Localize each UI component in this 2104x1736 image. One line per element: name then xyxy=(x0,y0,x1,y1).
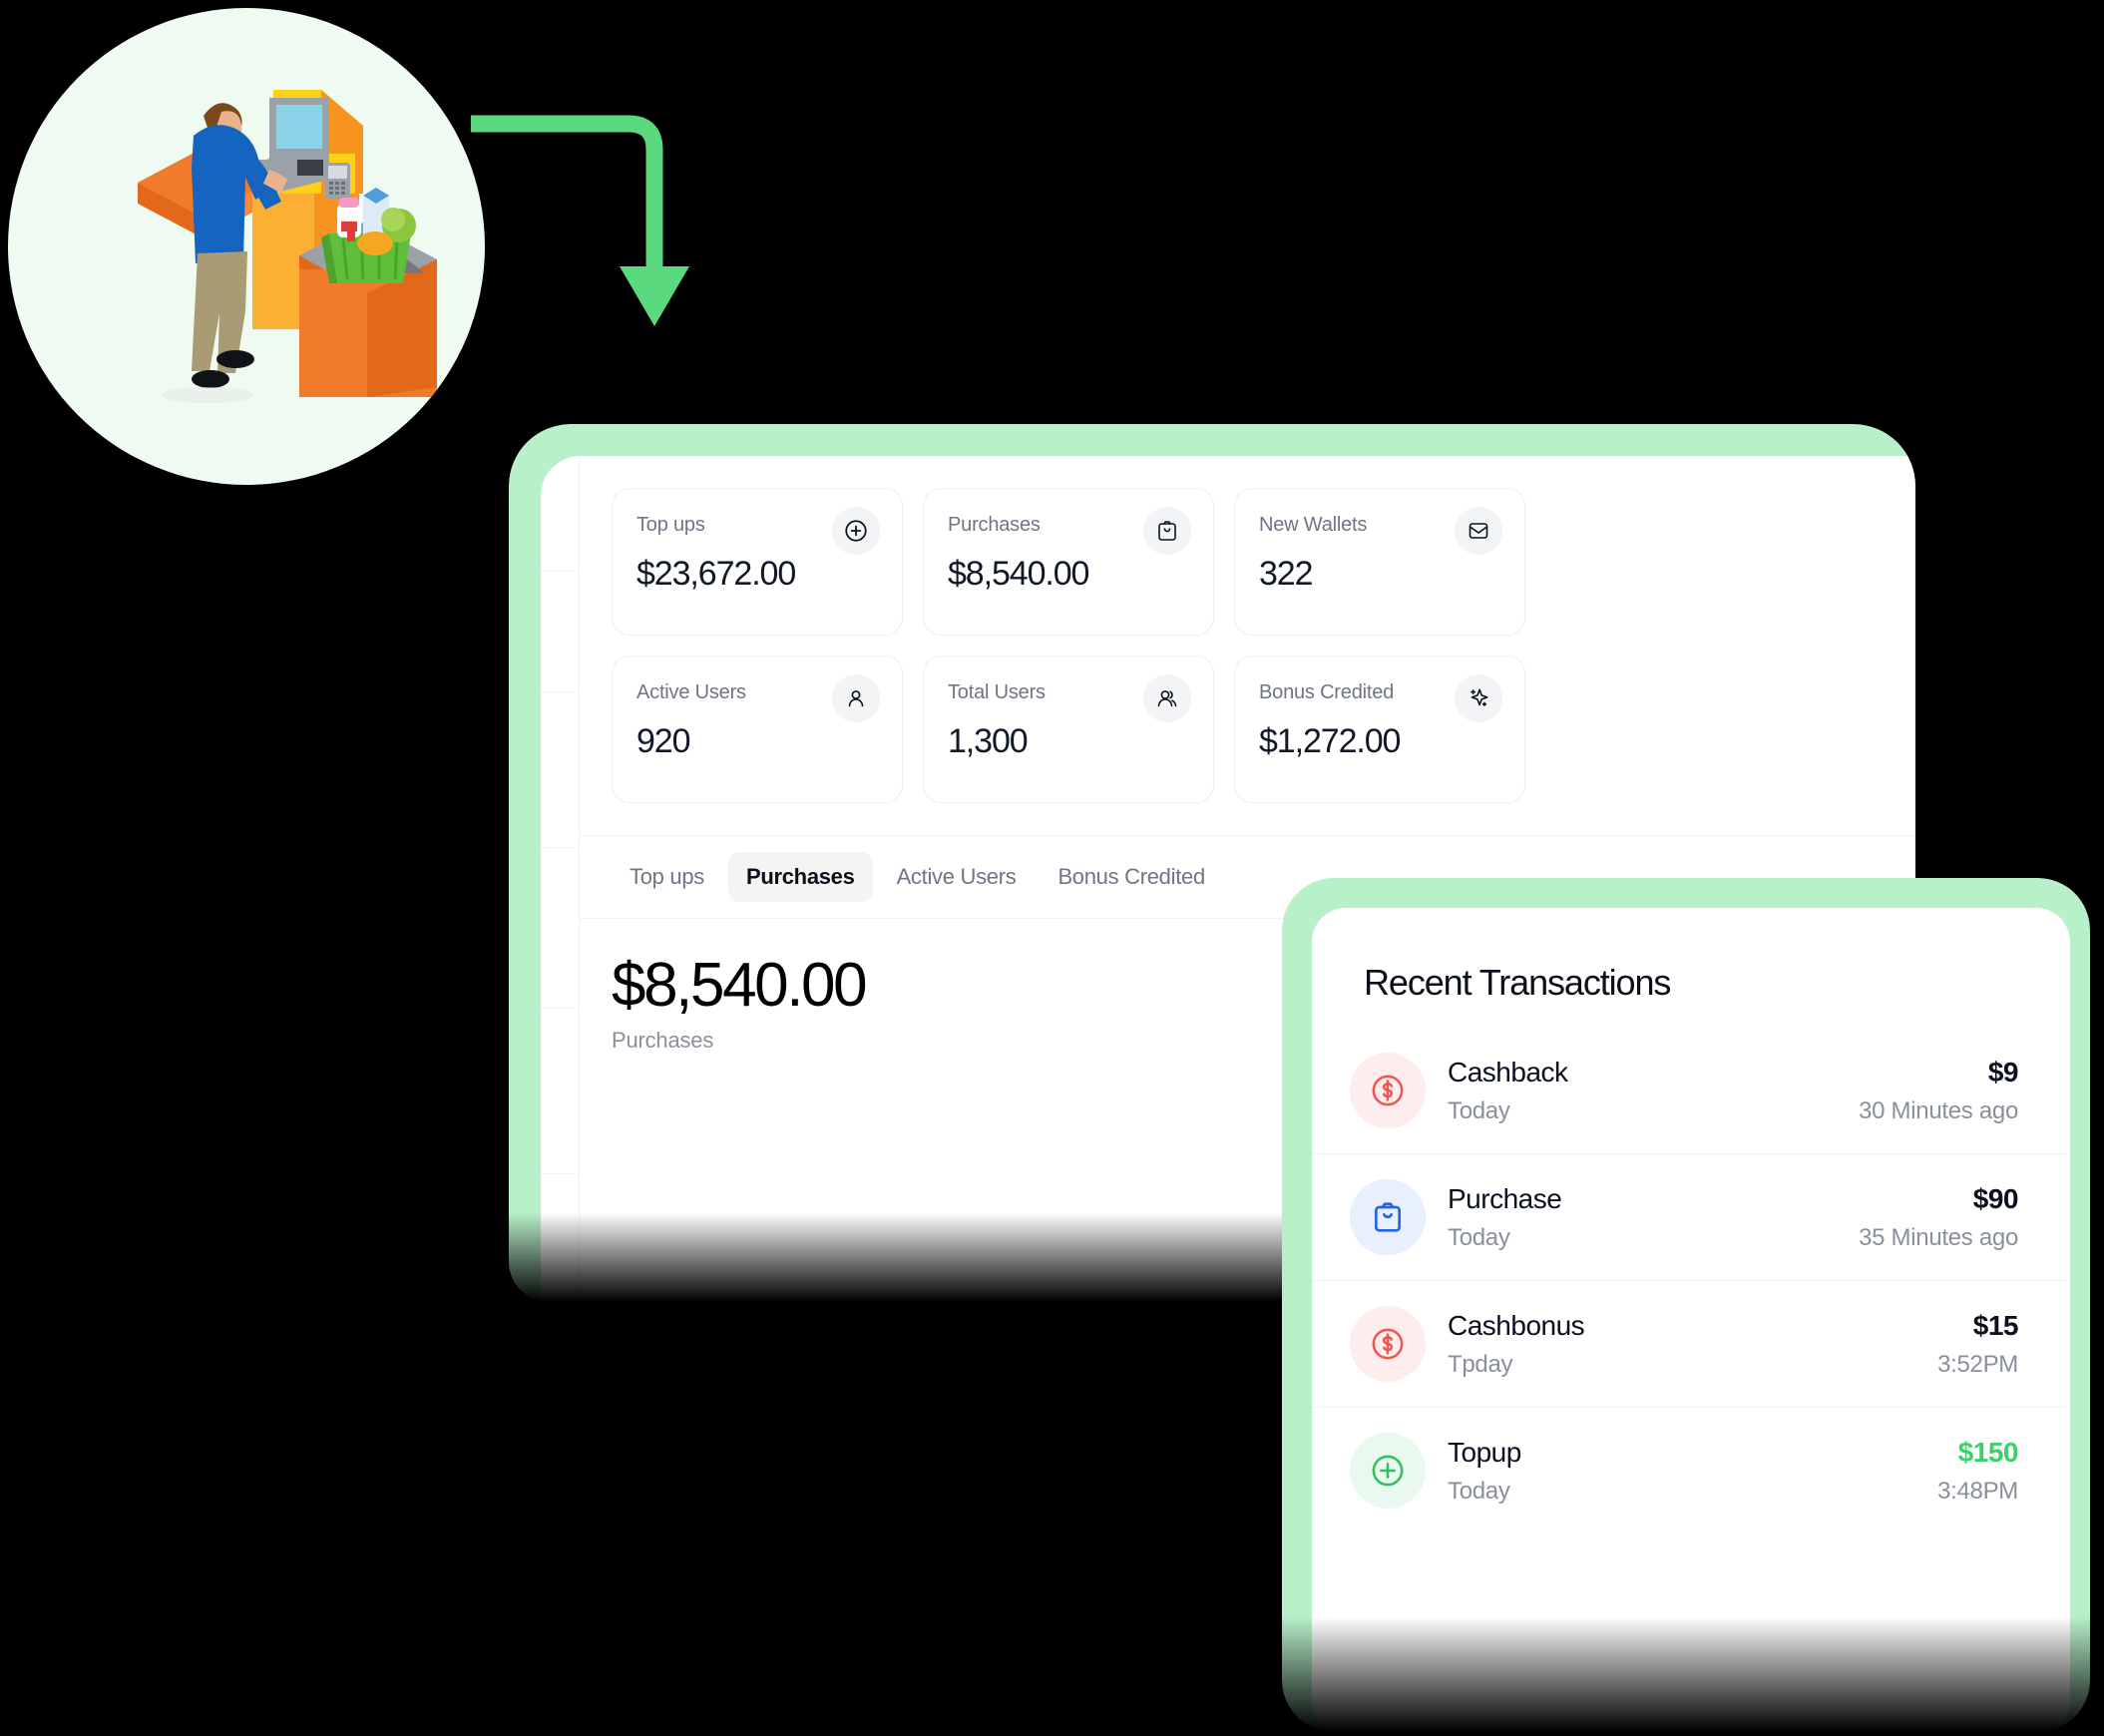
stat-card-value: $23,672.00 xyxy=(636,555,796,593)
sidebar-rail-cell[interactable] xyxy=(541,572,579,692)
stat-card-total-users[interactable]: Total Users 1,300 xyxy=(923,655,1214,803)
sidebar-rail-cell[interactable] xyxy=(541,692,579,848)
transaction-meta: $15 3:52PM xyxy=(1937,1309,2018,1379)
transaction-info: Topup Today xyxy=(1448,1436,1937,1506)
stat-card-new-wallets[interactable]: New Wallets 322 xyxy=(1234,488,1525,636)
stat-card-bonus-credited[interactable]: Bonus Credited $1,272.00 xyxy=(1234,655,1525,803)
stat-card-purchases[interactable]: Purchases $8,540.00 xyxy=(923,488,1214,636)
connector-arrow xyxy=(471,115,689,326)
transaction-meta: $90 35 Minutes ago xyxy=(1859,1182,2018,1252)
sidebar-rail-cell[interactable] xyxy=(541,1174,579,1302)
plus-circle-icon xyxy=(1350,1433,1426,1509)
dollar-circle-icon xyxy=(1350,1306,1426,1382)
sparkle-icon xyxy=(1455,674,1502,722)
tab-top-ups[interactable]: Top ups xyxy=(612,852,722,902)
self-checkout-kiosk-illustration xyxy=(138,90,437,403)
shopping-bag-icon xyxy=(1350,1179,1426,1255)
transaction-info: Cashbonus Tpday xyxy=(1448,1309,1937,1379)
transaction-time: 30 Minutes ago xyxy=(1859,1096,2018,1124)
transaction-date: Tpday xyxy=(1448,1350,1513,1378)
transaction-meta: $150 3:48PM xyxy=(1937,1436,2018,1506)
transaction-time: 3:52PM xyxy=(1937,1350,2018,1378)
transaction-info: Cashback Today xyxy=(1448,1056,1859,1125)
transaction-row-cashback[interactable]: Cashback Today $9 30 Minutes ago xyxy=(1312,1028,2070,1153)
transaction-name: Topup xyxy=(1448,1437,1521,1469)
shopping-bag-icon xyxy=(1143,507,1191,555)
transaction-name: Purchase xyxy=(1448,1183,1562,1215)
transaction-amount: $9 xyxy=(1987,1057,2019,1088)
transaction-time: 35 Minutes ago xyxy=(1859,1223,2018,1251)
sidebar-rail-cell[interactable] xyxy=(541,848,579,1009)
transaction-name: Cashbonus xyxy=(1448,1310,1585,1342)
stat-card-value: 1,300 xyxy=(948,722,1029,760)
illustration-bubble xyxy=(8,8,485,485)
transaction-row-topup[interactable]: Topup Today $150 3:48PM xyxy=(1312,1407,2070,1533)
stat-card-value: $1,272.00 xyxy=(1259,722,1401,760)
transaction-date: Today xyxy=(1448,1477,1510,1505)
recent-transactions-card: Recent Transactions Cashback Today $9 30 xyxy=(1312,908,2070,1736)
transaction-amount: $15 xyxy=(1972,1310,2019,1342)
transaction-name: Cashback xyxy=(1448,1057,1568,1088)
sidebar-rail-cell[interactable] xyxy=(541,1009,579,1174)
transaction-time: 3:48PM xyxy=(1937,1477,2018,1505)
transactions-list: Cashback Today $9 30 Minutes ago Purchas… xyxy=(1312,1028,2070,1533)
wallet-icon xyxy=(1455,507,1502,555)
stat-card-grid: Top ups $23,672.00 Purchases $8,540.00 N… xyxy=(580,456,1915,803)
tab-purchases[interactable]: Purchases xyxy=(727,852,873,902)
stat-card-value: $8,540.00 xyxy=(948,555,1089,593)
stat-card-value: 920 xyxy=(636,722,691,760)
recent-transactions-title: Recent Transactions xyxy=(1364,962,1671,1003)
tab-bonus-credited[interactable]: Bonus Credited xyxy=(1040,852,1222,902)
dashboard-sidebar-rail[interactable] xyxy=(541,456,580,1302)
transaction-amount: $150 xyxy=(1957,1437,2019,1469)
sidebar-rail-cell[interactable] xyxy=(541,456,579,572)
stat-card-top-ups[interactable]: Top ups $23,672.00 xyxy=(612,488,903,636)
transaction-row-cashbonus[interactable]: Cashbonus Tpday $15 3:52PM xyxy=(1312,1280,2070,1407)
transactions-window-frame: Recent Transactions Cashback Today $9 30 xyxy=(1282,878,2090,1736)
user-icon xyxy=(832,674,880,722)
transaction-info: Purchase Today xyxy=(1448,1182,1859,1252)
transaction-row-purchase[interactable]: Purchase Today $90 35 Minutes ago xyxy=(1312,1153,2070,1280)
stat-card-active-users[interactable]: Active Users 920 xyxy=(612,655,903,803)
transaction-date: Today xyxy=(1448,1223,1510,1251)
stat-card-value: 322 xyxy=(1259,555,1314,593)
users-icon xyxy=(1143,674,1191,722)
transaction-date: Today xyxy=(1448,1096,1510,1124)
transaction-meta: $9 30 Minutes ago xyxy=(1859,1056,2018,1125)
plus-circle-icon xyxy=(832,507,880,555)
dollar-circle-icon xyxy=(1350,1053,1426,1128)
tab-active-users[interactable]: Active Users xyxy=(879,852,1035,902)
transaction-amount: $90 xyxy=(1972,1183,2019,1215)
